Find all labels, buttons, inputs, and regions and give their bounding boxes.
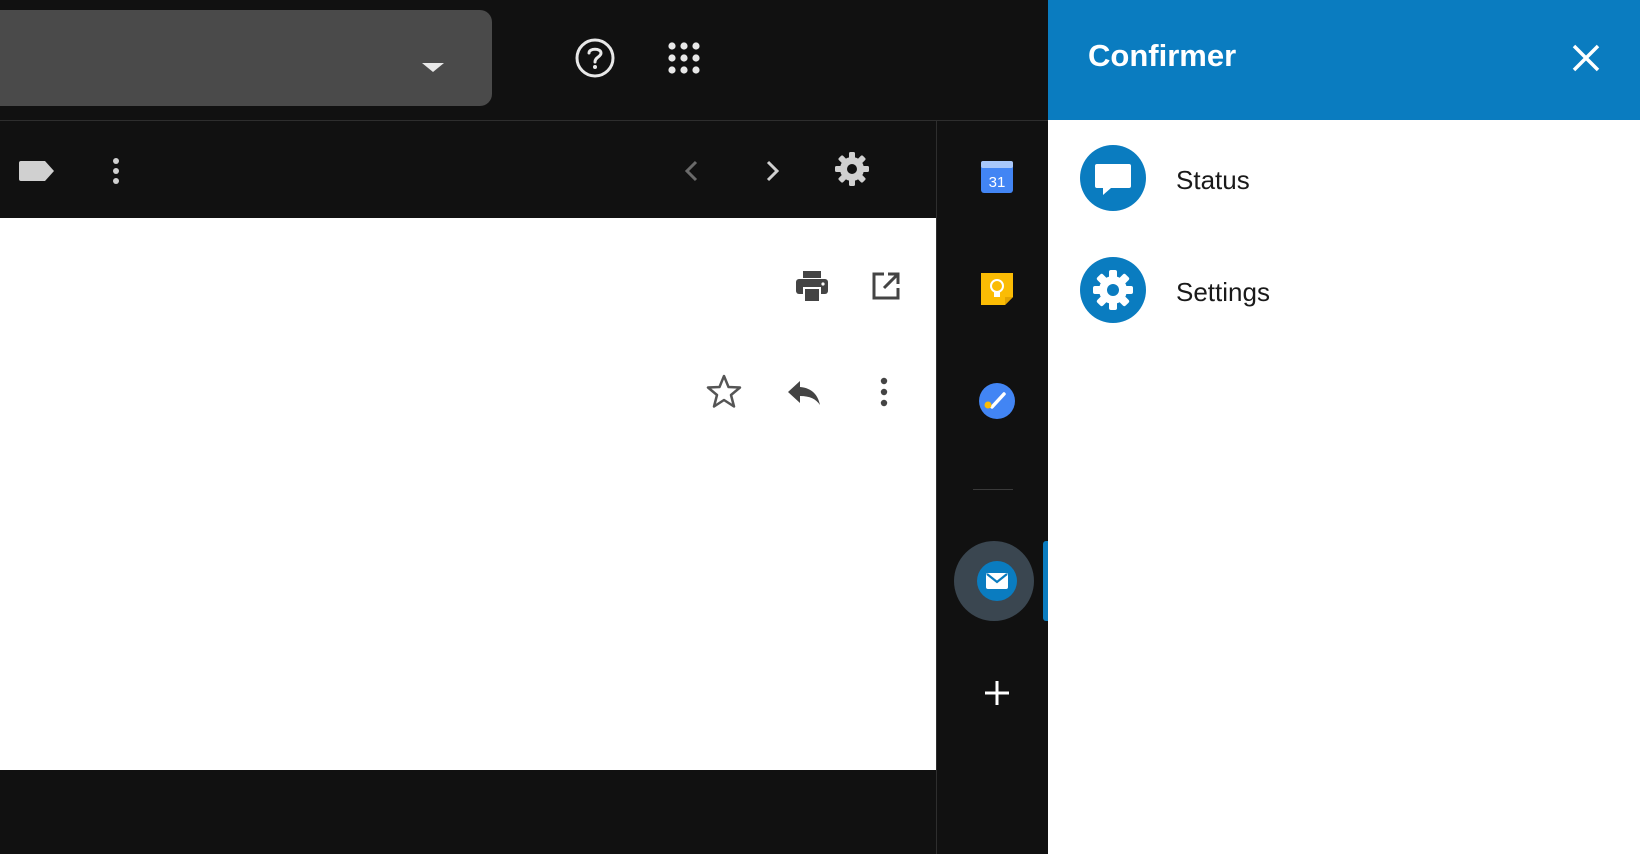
gmail-window: 31 Confirmer Status Settings [0, 0, 1640, 854]
confirmer-addon-panel: Confirmer Status Settings [1048, 0, 1640, 854]
menu-item-label: Settings [1176, 277, 1270, 307]
apps-grid-icon[interactable] [662, 36, 706, 80]
star-outline-icon[interactable] [704, 372, 744, 412]
add-icon[interactable] [977, 673, 1017, 713]
tasks-icon[interactable] [977, 381, 1017, 421]
open-in-new-icon[interactable] [866, 266, 906, 306]
calendar-icon[interactable]: 31 [977, 157, 1017, 197]
side-panel-rail: 31 [936, 121, 1049, 854]
reply-icon[interactable] [784, 372, 824, 412]
more-vert-icon[interactable] [864, 372, 904, 412]
message-view [0, 218, 937, 770]
menu-item-status[interactable]: Status [1080, 145, 1500, 213]
calendar-day-text: 31 [989, 174, 1006, 191]
menu-item-settings[interactable]: Settings [1080, 257, 1500, 325]
close-icon[interactable] [1566, 38, 1606, 78]
chevron-right-icon[interactable] [752, 151, 792, 191]
chevron-left-icon[interactable] [672, 151, 712, 191]
gear-icon[interactable] [832, 149, 872, 189]
print-icon[interactable] [792, 266, 832, 306]
gear-icon [1080, 257, 1146, 323]
search-options-dropdown-icon[interactable] [422, 63, 444, 72]
panel-title: Confirmer [1088, 38, 1237, 73]
chat-bubble-icon [1080, 145, 1146, 211]
help-icon[interactable] [573, 36, 617, 80]
mail-toolbar [0, 121, 937, 218]
top-bar [0, 0, 1048, 121]
confirmer-mail-icon[interactable] [977, 561, 1017, 601]
more-vert-icon[interactable] [96, 151, 136, 191]
search-box[interactable] [0, 10, 492, 106]
keep-icon[interactable] [977, 269, 1017, 309]
label-icon[interactable] [17, 151, 57, 191]
menu-item-label: Status [1176, 165, 1250, 195]
panel-header: Confirmer [1048, 0, 1640, 120]
rail-divider [973, 489, 1013, 490]
